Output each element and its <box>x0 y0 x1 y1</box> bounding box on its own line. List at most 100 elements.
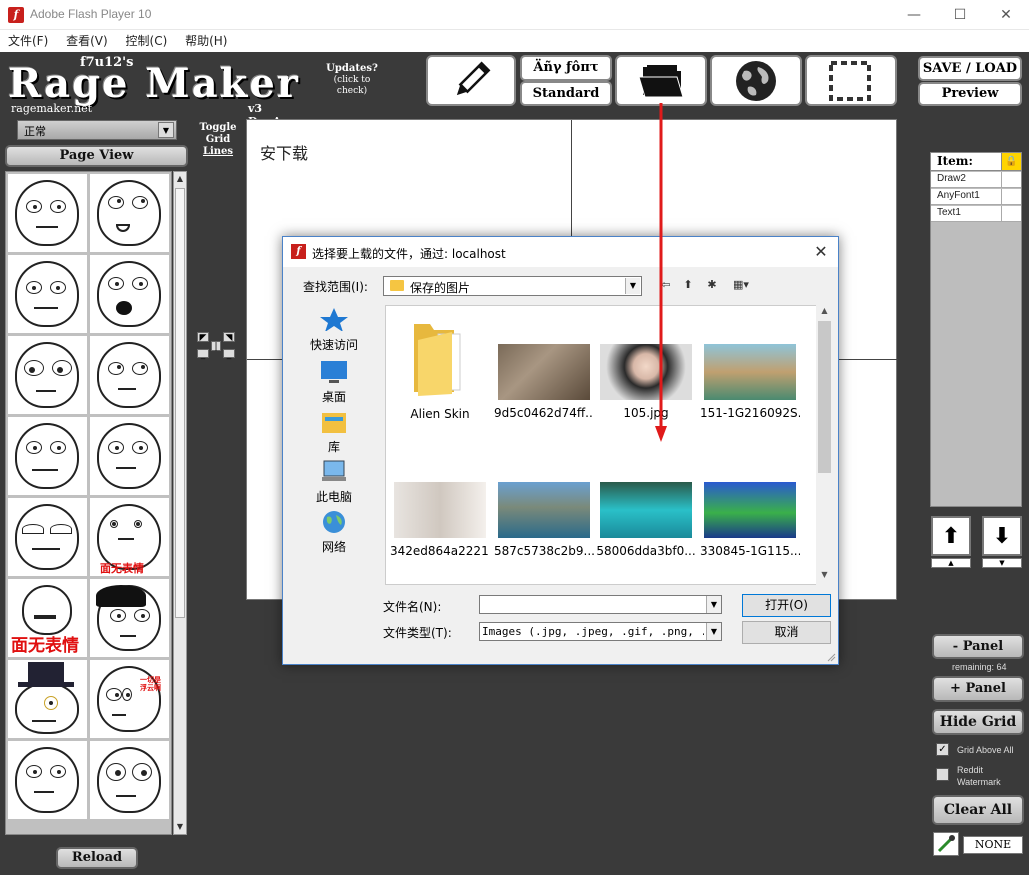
face-thumbnail[interactable]: 面无表情 <box>90 498 169 576</box>
open-button[interactable]: 打开(O) <box>742 594 831 617</box>
grid-above-all-checkbox[interactable]: ✓ <box>936 743 949 756</box>
filetype-select[interactable]: Images (.jpg, .jpeg, .gif, .png, .bmp ▼ <box>479 622 722 641</box>
remove-panel-button[interactable]: - Panel <box>932 634 1024 659</box>
toggle-grid-lines-button[interactable]: Toggle Grid Lines <box>197 122 239 158</box>
file-item[interactable]: 330845-1G115... <box>700 482 800 558</box>
item-row[interactable]: Text1 <box>931 206 1021 222</box>
item-row[interactable]: Draw2 <box>931 172 1021 188</box>
file-item[interactable]: 9d5c0462d74ff... <box>494 344 594 420</box>
face-thumbnail[interactable] <box>8 336 87 414</box>
expand-right-icon[interactable]: _ <box>223 349 235 360</box>
scrollbar-thumb[interactable] <box>175 188 185 618</box>
shrink-vertical-icon[interactable]: ◥ <box>223 332 235 343</box>
select-tool-button[interactable] <box>805 55 897 106</box>
pencil-icon <box>456 61 491 96</box>
reload-button[interactable]: Reload <box>56 847 138 869</box>
file-item[interactable]: 151-1G216092S... <box>700 344 800 420</box>
file-item[interactable]: 342ed864a2221... <box>390 482 490 558</box>
eyedropper-button[interactable] <box>933 832 959 856</box>
place-quick-access[interactable]: 快速访问 <box>297 307 371 353</box>
center-handle-icon[interactable]: | <box>211 341 221 352</box>
face-thumbnail[interactable]: 一切是 浮云啊 <box>90 660 169 738</box>
place-this-pc[interactable]: 此电脑 <box>297 459 371 505</box>
menu-help[interactable]: 帮助(H) <box>185 30 227 52</box>
updates-sub: (click to check) <box>333 75 371 96</box>
expand-left-icon[interactable]: _ <box>197 349 209 360</box>
canvas-text[interactable]: 安下载 <box>260 140 308 164</box>
dialog-close-icon[interactable]: ✕ <box>810 241 832 263</box>
face-thumbnail[interactable] <box>90 417 169 495</box>
face-thumbnail[interactable] <box>8 417 87 495</box>
updates-link[interactable]: Updates? (click to check) <box>326 63 378 97</box>
preview-button[interactable]: Preview <box>918 82 1022 106</box>
maximize-button[interactable]: ☐ <box>937 0 983 30</box>
up-folder-icon[interactable]: ⬆ <box>679 278 697 294</box>
new-folder-icon[interactable]: ✱ <box>703 278 721 294</box>
panel-size-control[interactable]: ◤ ◥ | _ _ <box>197 332 241 362</box>
file-item[interactable]: Alien Skin <box>390 320 490 421</box>
move-down-button[interactable]: ⬇ <box>982 516 1022 556</box>
draw-tool-button[interactable] <box>426 55 516 106</box>
place-network[interactable]: 网络 <box>297 509 371 555</box>
file-list-scrollbar[interactable]: ▲ ▼ <box>816 305 833 585</box>
face-thumbnail[interactable] <box>8 255 87 333</box>
page-view-button[interactable]: Page View <box>5 145 188 167</box>
scroll-up-icon[interactable]: ▲ <box>816 306 833 320</box>
move-up-button[interactable]: ⬆ <box>931 516 971 556</box>
lock-icon[interactable]: 🔒 <box>1001 153 1021 170</box>
rage-maker-logo[interactable]: f7u12's Rage Maker ragemaker.net v3 DanA… <box>8 52 333 128</box>
file-item[interactable]: 587c5738c2b9... <box>494 482 594 558</box>
close-button[interactable]: ✕ <box>983 0 1029 30</box>
place-library[interactable]: 库 <box>297 409 371 455</box>
face-thumbnail[interactable] <box>90 174 169 252</box>
look-in-select[interactable]: 保存的图片 ▼ <box>383 276 642 296</box>
add-panel-button[interactable]: + Panel <box>932 676 1024 702</box>
item-header-label: Item: <box>937 154 973 168</box>
face-thumbnail[interactable] <box>90 336 169 414</box>
face-thumbnail[interactable] <box>90 255 169 333</box>
face-thumbnail[interactable] <box>8 498 87 576</box>
menu-view[interactable]: 查看(V) <box>66 30 108 52</box>
view-menu-icon[interactable]: ▦▾ <box>727 278 755 294</box>
web-image-button[interactable] <box>710 55 802 106</box>
reddit-watermark-checkbox[interactable] <box>936 768 949 781</box>
open-image-button[interactable] <box>615 55 707 106</box>
blend-mode-select[interactable]: 正常 ▼ <box>17 120 177 140</box>
arrow-top-icon: ▲ <box>948 559 954 567</box>
color-value-field[interactable]: NONE <box>963 836 1023 854</box>
menu-control[interactable]: 控制(C) <box>126 30 168 52</box>
cancel-button[interactable]: 取消 <box>742 621 831 644</box>
clear-all-button[interactable]: Clear All <box>932 795 1024 825</box>
filename-input[interactable]: ▼ <box>479 595 722 614</box>
item-list-header: Item: 🔒 <box>931 153 1021 171</box>
scroll-down-icon[interactable]: ▼ <box>816 570 833 584</box>
back-icon[interactable]: ⇦ <box>657 278 675 294</box>
item-visibility-toggle[interactable] <box>1001 206 1021 221</box>
resize-grip-icon[interactable] <box>826 652 836 662</box>
fancy-font-button[interactable]: Äñγ ƒôπτ <box>520 55 612 81</box>
gallery-scrollbar[interactable]: ▲ ▼ <box>173 171 187 835</box>
scroll-down-icon[interactable]: ▼ <box>174 820 186 834</box>
save-load-button[interactable]: SAVE / LOAD <box>918 56 1022 81</box>
menu-file[interactable]: 文件(F) <box>8 30 48 52</box>
face-thumbnail[interactable] <box>90 741 169 819</box>
hide-grid-button[interactable]: Hide Grid <box>932 709 1024 735</box>
item-visibility-toggle[interactable] <box>1001 172 1021 187</box>
shrink-horizontal-icon[interactable]: ◤ <box>197 332 209 343</box>
item-row[interactable]: AnyFont1 <box>931 189 1021 205</box>
place-desktop[interactable]: 桌面 <box>297 359 371 405</box>
minimize-button[interactable]: — <box>891 0 937 30</box>
item-visibility-toggle[interactable] <box>1001 189 1021 204</box>
face-thumbnail[interactable]: 面无表情 <box>8 579 87 657</box>
face-thumbnail[interactable] <box>8 174 87 252</box>
file-item[interactable]: 58006dda3bf0... <box>596 482 696 558</box>
file-item[interactable]: 105.jpg <box>596 344 696 420</box>
scroll-up-icon[interactable]: ▲ <box>174 172 186 186</box>
standard-font-button[interactable]: Standard <box>520 81 612 106</box>
face-thumbnail[interactable] <box>8 741 87 819</box>
move-top-button[interactable]: ▲ <box>931 558 971 568</box>
move-bottom-button[interactable]: ▼ <box>982 558 1022 568</box>
face-thumbnail[interactable] <box>90 579 169 657</box>
scrollbar-thumb[interactable] <box>818 321 831 473</box>
face-thumbnail[interactable] <box>8 660 87 738</box>
